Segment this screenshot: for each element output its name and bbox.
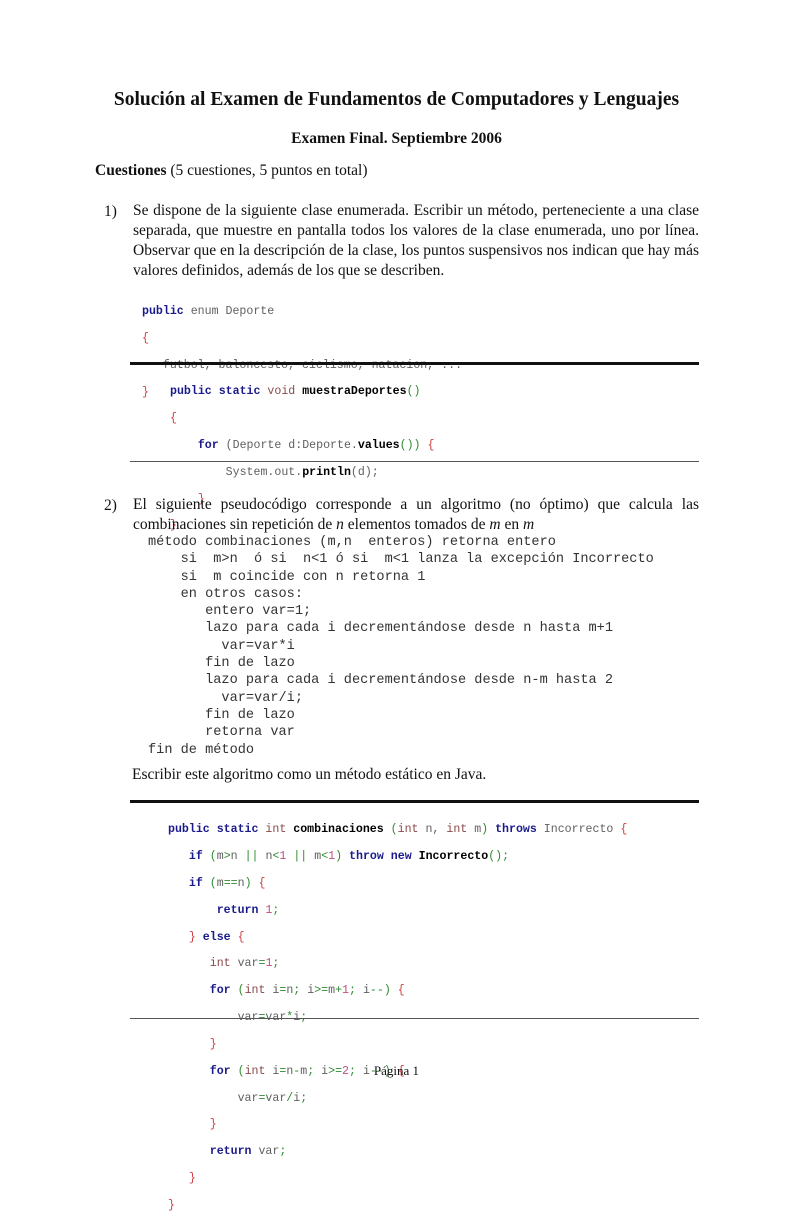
pseudocode-line: fin de lazo [148, 707, 295, 723]
question-1-number: 1) [104, 203, 117, 220]
answer-bottom-rule [130, 1018, 699, 1019]
question-1-text: Se dispone de la siguiente clase enumera… [133, 202, 699, 279]
pseudocode-line: en otros casos: [148, 586, 303, 602]
code-line: { [142, 332, 149, 346]
code-line: } [209, 1037, 217, 1051]
document-title: Solución al Examen de Fundamentos de Com… [113, 89, 680, 110]
pseudocode-line: retorna var [148, 725, 295, 741]
answer-top-rule [130, 800, 699, 803]
code-line: if (m==n) { [188, 877, 266, 891]
code-line: System.out.println(d); [225, 465, 379, 479]
code-line: public static int combinaciones (int n, … [168, 823, 628, 837]
code-line: var=var/i; [237, 1091, 308, 1105]
code-line: } [209, 1118, 217, 1132]
pseudocode-line: si m coincide con n retorna 1 [148, 569, 426, 585]
pseudocode-line: entero var=1; [148, 604, 312, 620]
code-line: for (Deporte d:Deporte.values()) { [197, 439, 435, 453]
code-line: for (int i=n; i>=m+1; i--) { [209, 984, 405, 998]
question-2-number: 2) [104, 497, 117, 514]
answer-top-rule [130, 362, 699, 365]
pseudocode-line: lazo para cada i decrementándose desde n… [148, 673, 613, 689]
code-line: if (m>n || n<1 || m<1) throw new Incorre… [188, 850, 510, 864]
code-line: return 1; [216, 903, 280, 917]
code-line: } else { [188, 930, 245, 944]
code-line: public enum Deporte [142, 305, 275, 319]
code-line: } [188, 1171, 196, 1185]
section-detail: (5 cuestiones, 5 puntos en total) [166, 162, 368, 179]
code-line: { [170, 412, 177, 426]
section-heading: Cuestiones (5 cuestiones, 5 puntos en to… [95, 162, 368, 180]
code-line: int var=1; [209, 957, 280, 971]
pseudocode-line: var=var*i [148, 638, 295, 654]
pseudocode-line: si m>n ó si n<1 ó si m<1 lanza la excepc… [148, 552, 654, 568]
pseudocode-line: fin de método [148, 742, 255, 758]
page-number: Página 1 [373, 1063, 420, 1078]
pseudocode-block: método combinaciones (m,n enteros) retor… [148, 534, 654, 759]
pseudocode-line: var=var/i; [148, 690, 303, 706]
question-2-instruction: Escribir este algoritmo como un método e… [132, 766, 487, 783]
document-subtitle: Examen Final. Septiembre 2006 [291, 130, 502, 147]
code-line: return var; [209, 1145, 287, 1159]
code-line: public static void muestraDeportes() [170, 385, 421, 399]
code-line: } [168, 1198, 175, 1212]
pseudocode-line: método combinaciones (m,n enteros) retor… [148, 535, 556, 550]
answer-bottom-rule [130, 461, 699, 462]
section-label: Cuestiones [95, 162, 167, 179]
question-2-text: El siguiente pseudocódigo corresponde a … [133, 496, 699, 533]
pseudocode-line: lazo para cada i decrementándose desde n… [148, 621, 613, 637]
pseudocode-line: fin de lazo [148, 656, 295, 672]
